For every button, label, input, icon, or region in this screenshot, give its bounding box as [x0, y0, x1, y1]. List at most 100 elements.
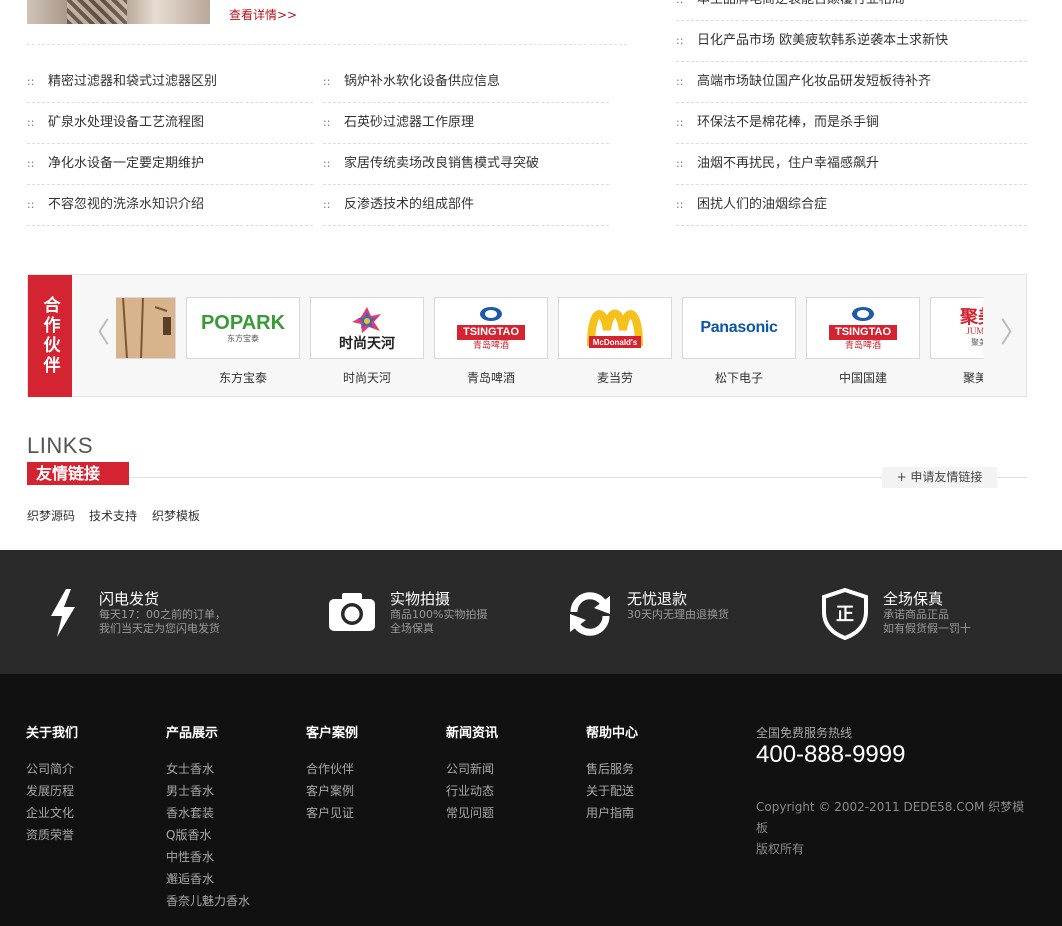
divider [27, 44, 627, 45]
footer-link[interactable]: 女士香水 [166, 758, 250, 780]
footer-link[interactable]: 客户案例 [306, 780, 358, 802]
tsingtao-logo[interactable]: TSINGTAO 青岛啤酒 [434, 297, 548, 359]
partner-item[interactable] [116, 297, 176, 359]
footer-link[interactable]: 关于配送 [586, 780, 638, 802]
footer-link[interactable]: 邂逅香水 [166, 868, 250, 890]
partner-item[interactable]: Panasonic 松下电子 [682, 297, 796, 386]
refresh-icon [566, 590, 614, 642]
news-title[interactable]: 净化水设备一定要定期维护 [48, 144, 204, 184]
partner-item[interactable]: 时尚天河 时尚天河 [310, 297, 424, 386]
news-item[interactable]: :: 石英砂过滤器工作原理 [323, 103, 609, 144]
partner-item[interactable]: POPARK 东方宝泰 东方宝泰 [186, 297, 300, 386]
footer-link[interactable]: 售后服务 [586, 758, 638, 780]
friend-link[interactable]: 技术支持 [89, 507, 137, 524]
news-item[interactable]: :: 家居传统卖场改良销售模式寻突破 [323, 144, 609, 185]
jumei-logo[interactable]: 聚美优 JUMEI.CO 聚美优品 [930, 297, 983, 359]
panasonic-logo[interactable]: Panasonic [682, 297, 796, 359]
footer-column: 帮助中心 售后服务 关于配送 用户指南 [586, 722, 638, 824]
news-title[interactable]: 本土品牌电商逆袭能否颠覆行业格局 [697, 0, 905, 20]
footer-link[interactable]: 行业动态 [446, 780, 498, 802]
partner-item[interactable]: McDonald's 麦当劳 [558, 297, 672, 386]
news-item[interactable]: :: 不容忽视的洗涤水知识介绍 [27, 185, 313, 226]
article-thumbnail[interactable] [27, 0, 210, 24]
news-title[interactable]: 反渗透技术的组成部件 [344, 185, 474, 225]
footer-column-title: 关于我们 [26, 726, 79, 741]
wood-logo[interactable] [116, 297, 176, 359]
news-title[interactable]: 矿泉水处理设备工艺流程图 [48, 103, 204, 143]
partner-name[interactable]: 东方宝泰 [186, 369, 300, 386]
bullet: :: [323, 116, 331, 129]
hotline-label: 全国免费服务热线 [756, 726, 853, 740]
footer-link[interactable]: 公司新闻 [446, 758, 498, 780]
news-title[interactable]: 石英砂过滤器工作原理 [344, 103, 474, 143]
copyright-line: 版权所有 [756, 842, 805, 856]
partner-carousel: POPARK 东方宝泰 东方宝泰 时尚天河 时尚天河 TSINGTAO 青岛啤酒 [116, 297, 983, 392]
footer-link[interactable]: 公司简介 [26, 758, 78, 780]
service-desc: 我们当天定为您闪电发货 [99, 622, 220, 635]
partner-name[interactable]: 聚美优品 [930, 369, 983, 386]
footer-link[interactable]: 中性香水 [166, 846, 250, 868]
news-title[interactable]: 锅炉补水软化设备供应信息 [344, 62, 500, 102]
friend-link[interactable]: 织梦源码 [27, 507, 75, 524]
prev-arrow-icon[interactable]: 〈 [82, 311, 110, 351]
mcdonalds-logo[interactable]: McDonald's [558, 297, 672, 359]
bullet: :: [676, 34, 684, 47]
bullet: :: [323, 198, 331, 211]
camera-icon [329, 591, 375, 635]
shield-icon: 正 [822, 587, 868, 644]
news-title[interactable]: 困扰人们的油烟综合症 [697, 185, 827, 225]
footer-link[interactable]: 资质荣誉 [26, 824, 78, 846]
tsingtao-logo[interactable]: TSINGTAO 青岛啤酒 [806, 297, 920, 359]
partner-name[interactable]: 松下电子 [682, 369, 796, 386]
service-desc: 每天17：00之前的订单， [99, 608, 226, 621]
service-desc: 商品100%实物拍摄 [390, 608, 488, 621]
footer-link[interactable]: 合作伙伴 [306, 758, 358, 780]
news-title[interactable]: 高端市场缺位国产化妆品研发短板待补齐 [697, 62, 931, 102]
footer-column: 客户案例 合作伙伴 客户案例 客户见证 [306, 722, 358, 824]
footer-link[interactable]: 香奈儿魅力香水 [166, 890, 250, 912]
news-title[interactable]: 油烟不再扰民，住户幸福感飙升 [697, 144, 879, 184]
footer-link[interactable]: Q版香水 [166, 824, 250, 846]
partner-name[interactable]: 时尚天河 [310, 369, 424, 386]
svg-text:正: 正 [836, 604, 854, 625]
news-item[interactable]: ::本土品牌电商逆袭能否颠覆行业格局 [676, 0, 1027, 21]
news-item[interactable]: :: 净化水设备一定要定期维护 [27, 144, 313, 185]
news-item[interactable]: :: 困扰人们的油烟综合症 [676, 185, 1027, 226]
partner-item[interactable]: TSINGTAO 青岛啤酒 青岛啤酒 [434, 297, 548, 386]
footer-link[interactable]: 客户见证 [306, 802, 358, 824]
footer-link[interactable]: 常见问题 [446, 802, 498, 824]
news-title[interactable]: 不容忽视的洗涤水知识介绍 [48, 185, 204, 225]
friend-link[interactable]: 织梦模板 [152, 507, 200, 524]
news-item[interactable]: :: 矿泉水处理设备工艺流程图 [27, 103, 313, 144]
partner-name[interactable]: 麦当劳 [558, 369, 672, 386]
bullet: :: [27, 157, 35, 170]
footer-link[interactable]: 企业文化 [26, 802, 78, 824]
partner-name[interactable]: 中国国建 [806, 369, 920, 386]
news-title[interactable]: 日化产品市场 欧美疲软韩系逆袭本土求新快 [697, 21, 948, 61]
news-item[interactable]: :: 精密过滤器和袋式过滤器区别 [27, 62, 313, 103]
news-title[interactable]: 家居传统卖场改良销售模式寻突破 [344, 144, 539, 184]
bullet: :: [27, 116, 35, 129]
next-arrow-icon[interactable]: 〉 [1000, 311, 1028, 351]
partner-item[interactable]: TSINGTAO 青岛啤酒 中国国建 [806, 297, 920, 386]
popark-logo[interactable]: POPARK 东方宝泰 [186, 297, 300, 359]
service-band: 闪电发货 每天17：00之前的订单， 我们当天定为您闪电发货 实物拍摄 商品10… [0, 550, 1062, 674]
footer-link[interactable]: 香水套装 [166, 802, 250, 824]
news-item[interactable]: :: 日化产品市场 欧美疲软韩系逆袭本土求新快 [676, 21, 1027, 62]
footer-link[interactable]: 用户指南 [586, 802, 638, 824]
news-item[interactable]: :: 高端市场缺位国产化妆品研发短板待补齐 [676, 62, 1027, 103]
news-title[interactable]: 精密过滤器和袋式过滤器区别 [48, 62, 217, 102]
partner-name[interactable]: 青岛啤酒 [434, 369, 548, 386]
partner-item[interactable]: 聚美优 JUMEI.CO 聚美优品 聚美优品 [930, 297, 983, 386]
apply-link-button[interactable]: + 申请友情链接 [882, 467, 997, 488]
service-title: 无忧退款 [627, 590, 688, 608]
star-logo[interactable]: 时尚天河 [310, 297, 424, 359]
news-title[interactable]: 环保法不是棉花棒，而是杀手锏 [697, 103, 879, 143]
footer-link[interactable]: 发展历程 [26, 780, 78, 802]
news-item[interactable]: :: 油烟不再扰民，住户幸福感飙升 [676, 144, 1027, 185]
news-item[interactable]: :: 锅炉补水软化设备供应信息 [323, 62, 609, 103]
news-item[interactable]: :: 反渗透技术的组成部件 [323, 185, 609, 226]
footer-link[interactable]: 男士香水 [166, 780, 250, 802]
news-item[interactable]: :: 环保法不是棉花棒，而是杀手锏 [676, 103, 1027, 144]
more-details-link[interactable]: 查看详情>> [229, 6, 297, 23]
